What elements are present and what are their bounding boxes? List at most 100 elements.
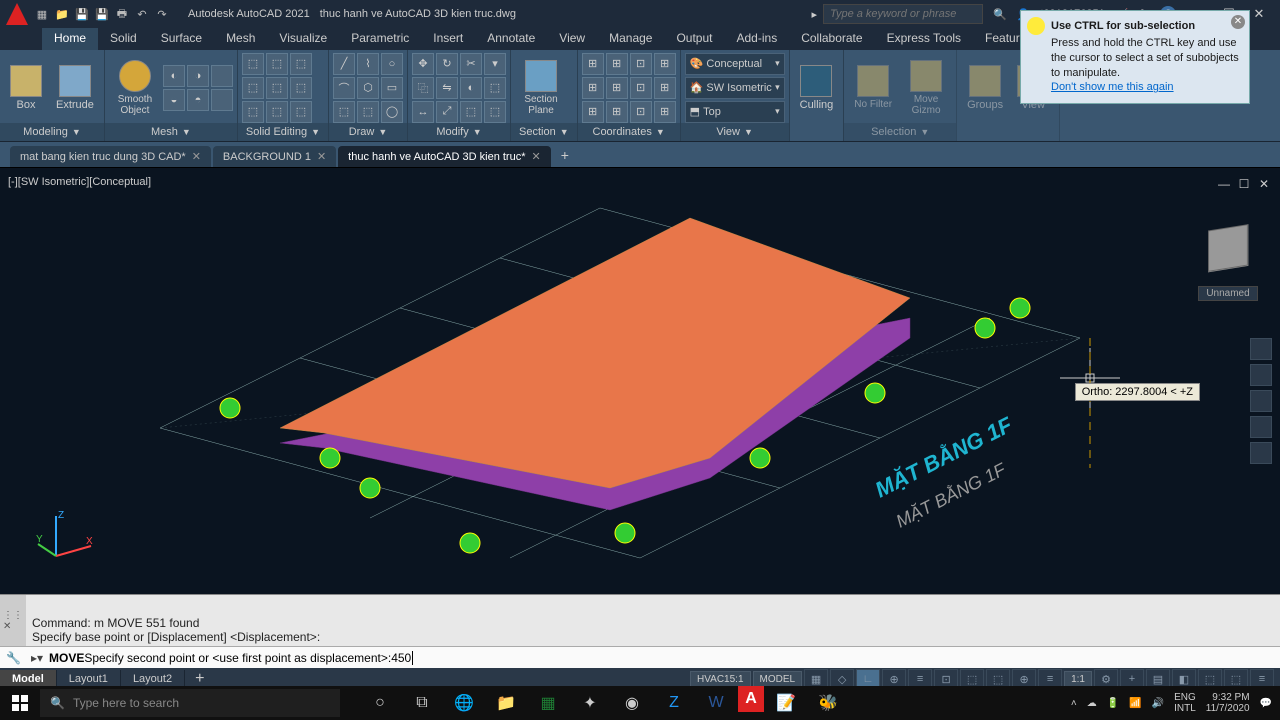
mesh-tool-icon[interactable]: ◒ [163, 89, 185, 111]
tab-solid[interactable]: Solid [98, 28, 149, 50]
groups-button[interactable]: Groups [961, 63, 1009, 113]
tab-mesh[interactable]: Mesh [214, 28, 267, 50]
search-icon[interactable]: 🔍 [993, 8, 1007, 21]
panel-selection[interactable]: Selection▼ [844, 123, 956, 141]
open-icon[interactable]: 📁 [54, 6, 70, 22]
edge-icon[interactable]: 🌐 [444, 686, 484, 720]
box-button[interactable]: Box [4, 63, 48, 113]
command-line[interactable]: 🔧 ▸▾ MOVE Specify second point or <use f… [0, 646, 1280, 668]
panel-solidedit[interactable]: Solid Editing▼ [238, 123, 328, 141]
tab-annotate[interactable]: Annotate [475, 28, 547, 50]
extrude-button[interactable]: Extrude [50, 63, 100, 113]
gizmo-button[interactable]: Move Gizmo [900, 58, 952, 118]
vp-max-icon[interactable]: ☐ [1236, 176, 1252, 192]
vp-min-icon[interactable]: ― [1216, 176, 1232, 192]
tab-addins[interactable]: Add-ins [725, 28, 790, 50]
help-search-input[interactable] [823, 4, 983, 24]
panel-view[interactable]: View▼ [681, 123, 789, 141]
close-icon[interactable]: ✕ [192, 150, 201, 163]
wrench-icon[interactable]: 🔧 [6, 651, 21, 665]
cmd-grip-icon[interactable]: ⋮⋮✕ [0, 595, 26, 646]
panel-coords[interactable]: Coordinates▼ [578, 123, 680, 141]
viewport[interactable]: [-][SW Isometric][Conceptual] ― ☐ ✕ [0, 168, 1280, 594]
clock[interactable]: 9:32 PM11/7/2020 [1206, 692, 1250, 714]
app-icon[interactable]: 🐝 [808, 686, 848, 720]
section-button[interactable]: Section Plane [515, 58, 567, 118]
cmd-input[interactable]: 450 [391, 651, 411, 665]
nav-more-icon[interactable] [1250, 442, 1272, 464]
hint-close-button[interactable]: ✕ [1231, 15, 1245, 29]
saveas-icon[interactable]: 💾 [94, 6, 110, 22]
battery-icon[interactable]: 🔋 [1107, 698, 1119, 709]
word-icon[interactable]: W [696, 686, 736, 720]
ucs-icon[interactable]: Z X Y [36, 506, 96, 566]
panel-modify[interactable]: Modify▼ [408, 123, 510, 141]
tab-view[interactable]: View [547, 28, 597, 50]
wifi-icon[interactable]: 📶 [1129, 698, 1141, 709]
vp-close-icon[interactable]: ✕ [1256, 176, 1272, 192]
panel-mesh[interactable]: Mesh▼ [105, 123, 237, 141]
polyline-icon[interactable]: ⌇ [357, 53, 379, 75]
volume-icon[interactable]: 🔊 [1152, 698, 1164, 709]
tab-manage[interactable]: Manage [597, 28, 664, 50]
view-dir-select[interactable]: 🏠 SW Isometric▾ [685, 77, 785, 99]
tab-insert[interactable]: Insert [421, 28, 475, 50]
tab-express[interactable]: Express Tools [875, 28, 973, 50]
top-select[interactable]: ⬒ Top▾ [685, 101, 785, 123]
hint-dismiss-link[interactable]: Don't show me this again [1051, 81, 1174, 93]
mesh-tool-icon[interactable]: ◐ [163, 65, 185, 87]
mesh-tool-icon[interactable]: ◓ [187, 89, 209, 111]
panel-section[interactable]: Section▼ [511, 123, 577, 141]
tab-parametric[interactable]: Parametric [339, 28, 421, 50]
stretch-icon[interactable]: ↔ [412, 101, 434, 123]
chrome-icon[interactable]: ◉ [612, 686, 652, 720]
hvac-pill[interactable]: HVAC15:1 [690, 671, 751, 688]
move-icon[interactable]: ✥ [412, 53, 434, 75]
tab-collaborate[interactable]: Collaborate [789, 28, 874, 50]
viewport-label[interactable]: [-][SW Isometric][Conceptual] [8, 176, 151, 188]
new-icon[interactable]: ▦ [34, 6, 50, 22]
close-icon[interactable]: ✕ [317, 150, 326, 163]
tab-output[interactable]: Output [664, 28, 724, 50]
close-icon[interactable]: ✕ [532, 150, 541, 163]
tab-home[interactable]: Home [42, 28, 98, 50]
mesh-tool-icon[interactable]: ◑ [187, 65, 209, 87]
mirror-icon[interactable]: ⇋ [436, 77, 458, 99]
scale-icon[interactable]: ⤢ [436, 101, 458, 123]
file-tab[interactable]: mat bang kien truc dung 3D CAD*✕ [10, 146, 211, 167]
nav-pan-icon[interactable] [1250, 338, 1272, 360]
drawing-canvas[interactable]: MẶT BẰNG 1F MẶT BẰNG 1F [70, 188, 1120, 588]
zalo-icon[interactable]: Z [654, 686, 694, 720]
file-tab[interactable]: thuc hanh ve AutoCAD 3D kien truc*✕ [338, 146, 551, 167]
arc-icon[interactable]: ⌒ [333, 77, 355, 99]
nav-zoom-icon[interactable] [1250, 364, 1272, 386]
redo-icon[interactable]: ↷ [154, 6, 170, 22]
taskbar-search[interactable]: 🔍 Type here to search [40, 689, 340, 717]
undo-icon[interactable]: ↶ [134, 6, 150, 22]
notifications-icon[interactable]: 💬 [1260, 698, 1272, 709]
smooth-button[interactable]: Smooth Object [109, 58, 161, 118]
share-icon[interactable]: ▸ [812, 8, 818, 21]
nofilter-button[interactable]: No Filter [848, 63, 898, 112]
autocad-icon[interactable]: A [738, 686, 764, 712]
explorer-icon[interactable]: 📁 [486, 686, 526, 720]
view-cube[interactable] [1198, 218, 1258, 278]
model-pill[interactable]: MODEL [753, 671, 803, 688]
onedrive-icon[interactable]: ☁ [1087, 698, 1097, 709]
circle-icon[interactable]: ○ [381, 53, 403, 75]
copy-icon[interactable]: ⿻ [412, 77, 434, 99]
taskview-icon[interactable]: ⧉ [402, 686, 442, 720]
nav-orbit-icon[interactable] [1250, 390, 1272, 412]
visual-style-select[interactable]: 🎨 Conceptual▾ [685, 53, 785, 75]
line-icon[interactable]: ╱ [333, 53, 355, 75]
culling-button[interactable]: Culling [794, 63, 840, 113]
file-tab[interactable]: BACKGROUND 1✕ [213, 146, 336, 167]
start-button[interactable] [0, 686, 40, 720]
nav-wheel-icon[interactable] [1250, 416, 1272, 438]
cortana-icon[interactable]: ○ [360, 686, 400, 720]
plot-icon[interactable]: 🖶 [114, 6, 130, 22]
save-icon[interactable]: 💾 [74, 6, 90, 22]
view-cube-label[interactable]: Unnamed [1198, 286, 1258, 301]
panel-modeling[interactable]: Modeling▼ [0, 123, 104, 141]
tab-visualize[interactable]: Visualize [267, 28, 339, 50]
